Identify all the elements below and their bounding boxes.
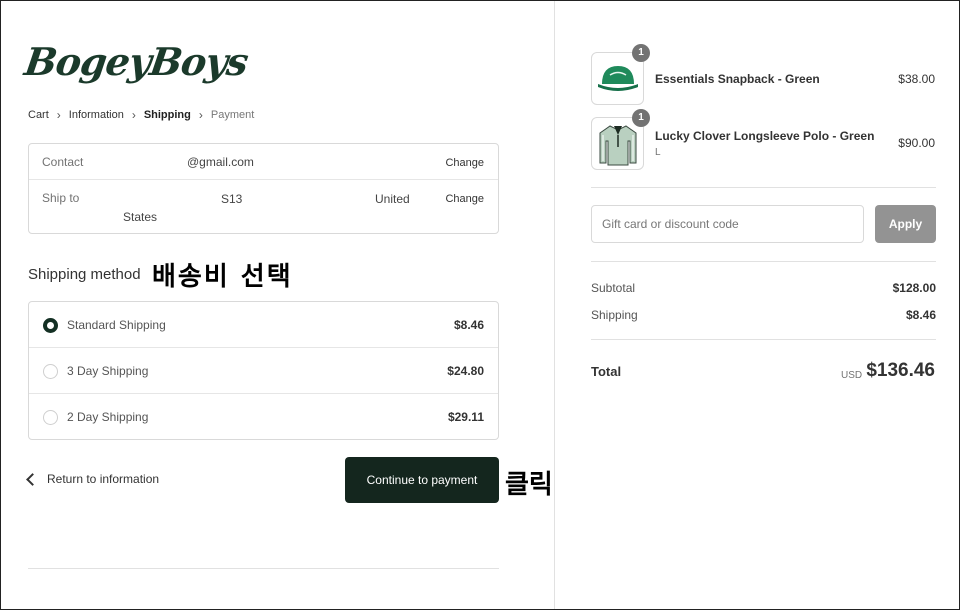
polo-shirt-icon: 1 bbox=[591, 109, 650, 170]
review-box: Contact @gmail.com Change Ship to S13 Un… bbox=[28, 143, 499, 234]
quantity-badge: 1 bbox=[632, 109, 650, 127]
annotation-click: 클릭 bbox=[505, 470, 553, 500]
order-summary: 1 Essentials Snapback - Green $38.00 1 L… bbox=[554, 1, 959, 609]
contact-value: @gmail.com bbox=[187, 155, 254, 169]
chevron-right-icon: › bbox=[56, 108, 61, 122]
ship-to-label: Ship to bbox=[42, 191, 80, 205]
shipping-option-price: $8.46 bbox=[453, 318, 484, 332]
item-name: Lucky Clover Longsleeve Polo - Green bbox=[655, 129, 875, 143]
return-to-information-link[interactable]: Return to information bbox=[26, 472, 160, 486]
subtotal-label: Subtotal bbox=[591, 281, 636, 295]
chevron-left-icon bbox=[26, 472, 39, 486]
shipping-cost-label: Shipping bbox=[591, 308, 638, 322]
apply-discount-button[interactable]: Apply bbox=[875, 205, 936, 243]
annotation-select-shipping: 배송비 선택 bbox=[152, 262, 293, 292]
shipping-option-label: 3 Day Shipping bbox=[67, 364, 149, 378]
total-value: $136.46 bbox=[866, 360, 935, 381]
summary-divider bbox=[591, 187, 936, 188]
shipping-option-label: Standard Shipping bbox=[67, 318, 166, 332]
chevron-right-icon: › bbox=[131, 108, 136, 122]
shipping-option-2day[interactable]: 2 Day Shipping $29.11 bbox=[29, 394, 498, 440]
subtotal-value: $128.00 bbox=[892, 281, 936, 295]
ship-to-country: United bbox=[375, 192, 410, 206]
contact-label: Contact bbox=[42, 155, 84, 169]
breadcrumb: Cart › Information › Shipping › Payment bbox=[28, 108, 254, 122]
store-logo[interactable]: BogeyBoys bbox=[22, 39, 251, 99]
breadcrumb-payment: Payment bbox=[210, 109, 255, 121]
breadcrumb-cart[interactable]: Cart bbox=[28, 109, 49, 121]
item-name: Essentials Snapback - Green bbox=[655, 72, 820, 86]
item-variant: L bbox=[655, 147, 661, 158]
ship-to-address: S13 bbox=[221, 192, 243, 206]
continue-to-payment-button[interactable]: Continue to payment bbox=[345, 457, 499, 503]
chevron-right-icon: › bbox=[198, 108, 203, 122]
shipping-option-price: $29.11 bbox=[447, 410, 484, 424]
cart-item: 1 Essentials Snapback - Green $38.00 bbox=[591, 44, 935, 105]
radio-unselected[interactable] bbox=[43, 364, 58, 379]
breadcrumb-shipping: Shipping bbox=[143, 109, 191, 121]
shipping-option-price: $24.80 bbox=[447, 364, 484, 378]
item-price: $90.00 bbox=[898, 136, 935, 150]
contact-change-link[interactable]: Change bbox=[445, 157, 484, 169]
total-currency: USD bbox=[841, 370, 863, 381]
ship-to-row: Ship to S13 United States Change bbox=[29, 180, 498, 235]
shipping-method-title: Shipping method bbox=[28, 266, 141, 283]
checkout-main: BogeyBoys Cart › Information › Shipping … bbox=[1, 1, 554, 609]
shipping-option-3day[interactable]: 3 Day Shipping $24.80 bbox=[29, 348, 498, 394]
summary-divider bbox=[591, 339, 936, 340]
shipping-option-label: 2 Day Shipping bbox=[67, 410, 149, 424]
breadcrumb-information[interactable]: Information bbox=[69, 109, 124, 121]
logo-text: BogeyBoys bbox=[21, 39, 251, 84]
ship-to-change-link[interactable]: Change bbox=[445, 193, 484, 205]
radio-selected[interactable] bbox=[43, 318, 58, 333]
cart-item: 1 Lucky Clover Longsleeve Polo - Green L… bbox=[591, 109, 935, 170]
footer-divider bbox=[28, 568, 499, 569]
browser-frame: BogeyBoys Cart › Information › Shipping … bbox=[0, 0, 960, 610]
shipping-methods: Standard Shipping $8.46 3 Day Shipping $… bbox=[28, 301, 499, 440]
contact-row: Contact @gmail.com Change bbox=[29, 144, 498, 180]
discount-code-input[interactable] bbox=[591, 205, 864, 243]
summary-divider bbox=[591, 261, 936, 262]
return-label: Return to information bbox=[47, 472, 160, 486]
cap-icon: 1 bbox=[591, 44, 650, 105]
ship-to-country-cont: States bbox=[123, 210, 158, 224]
quantity-badge: 1 bbox=[632, 44, 650, 62]
shipping-cost-value: $8.46 bbox=[905, 308, 936, 322]
radio-unselected[interactable] bbox=[43, 410, 58, 425]
item-price: $38.00 bbox=[898, 72, 935, 86]
shipping-option-standard[interactable]: Standard Shipping $8.46 bbox=[29, 302, 498, 348]
total-label: Total bbox=[591, 364, 622, 379]
